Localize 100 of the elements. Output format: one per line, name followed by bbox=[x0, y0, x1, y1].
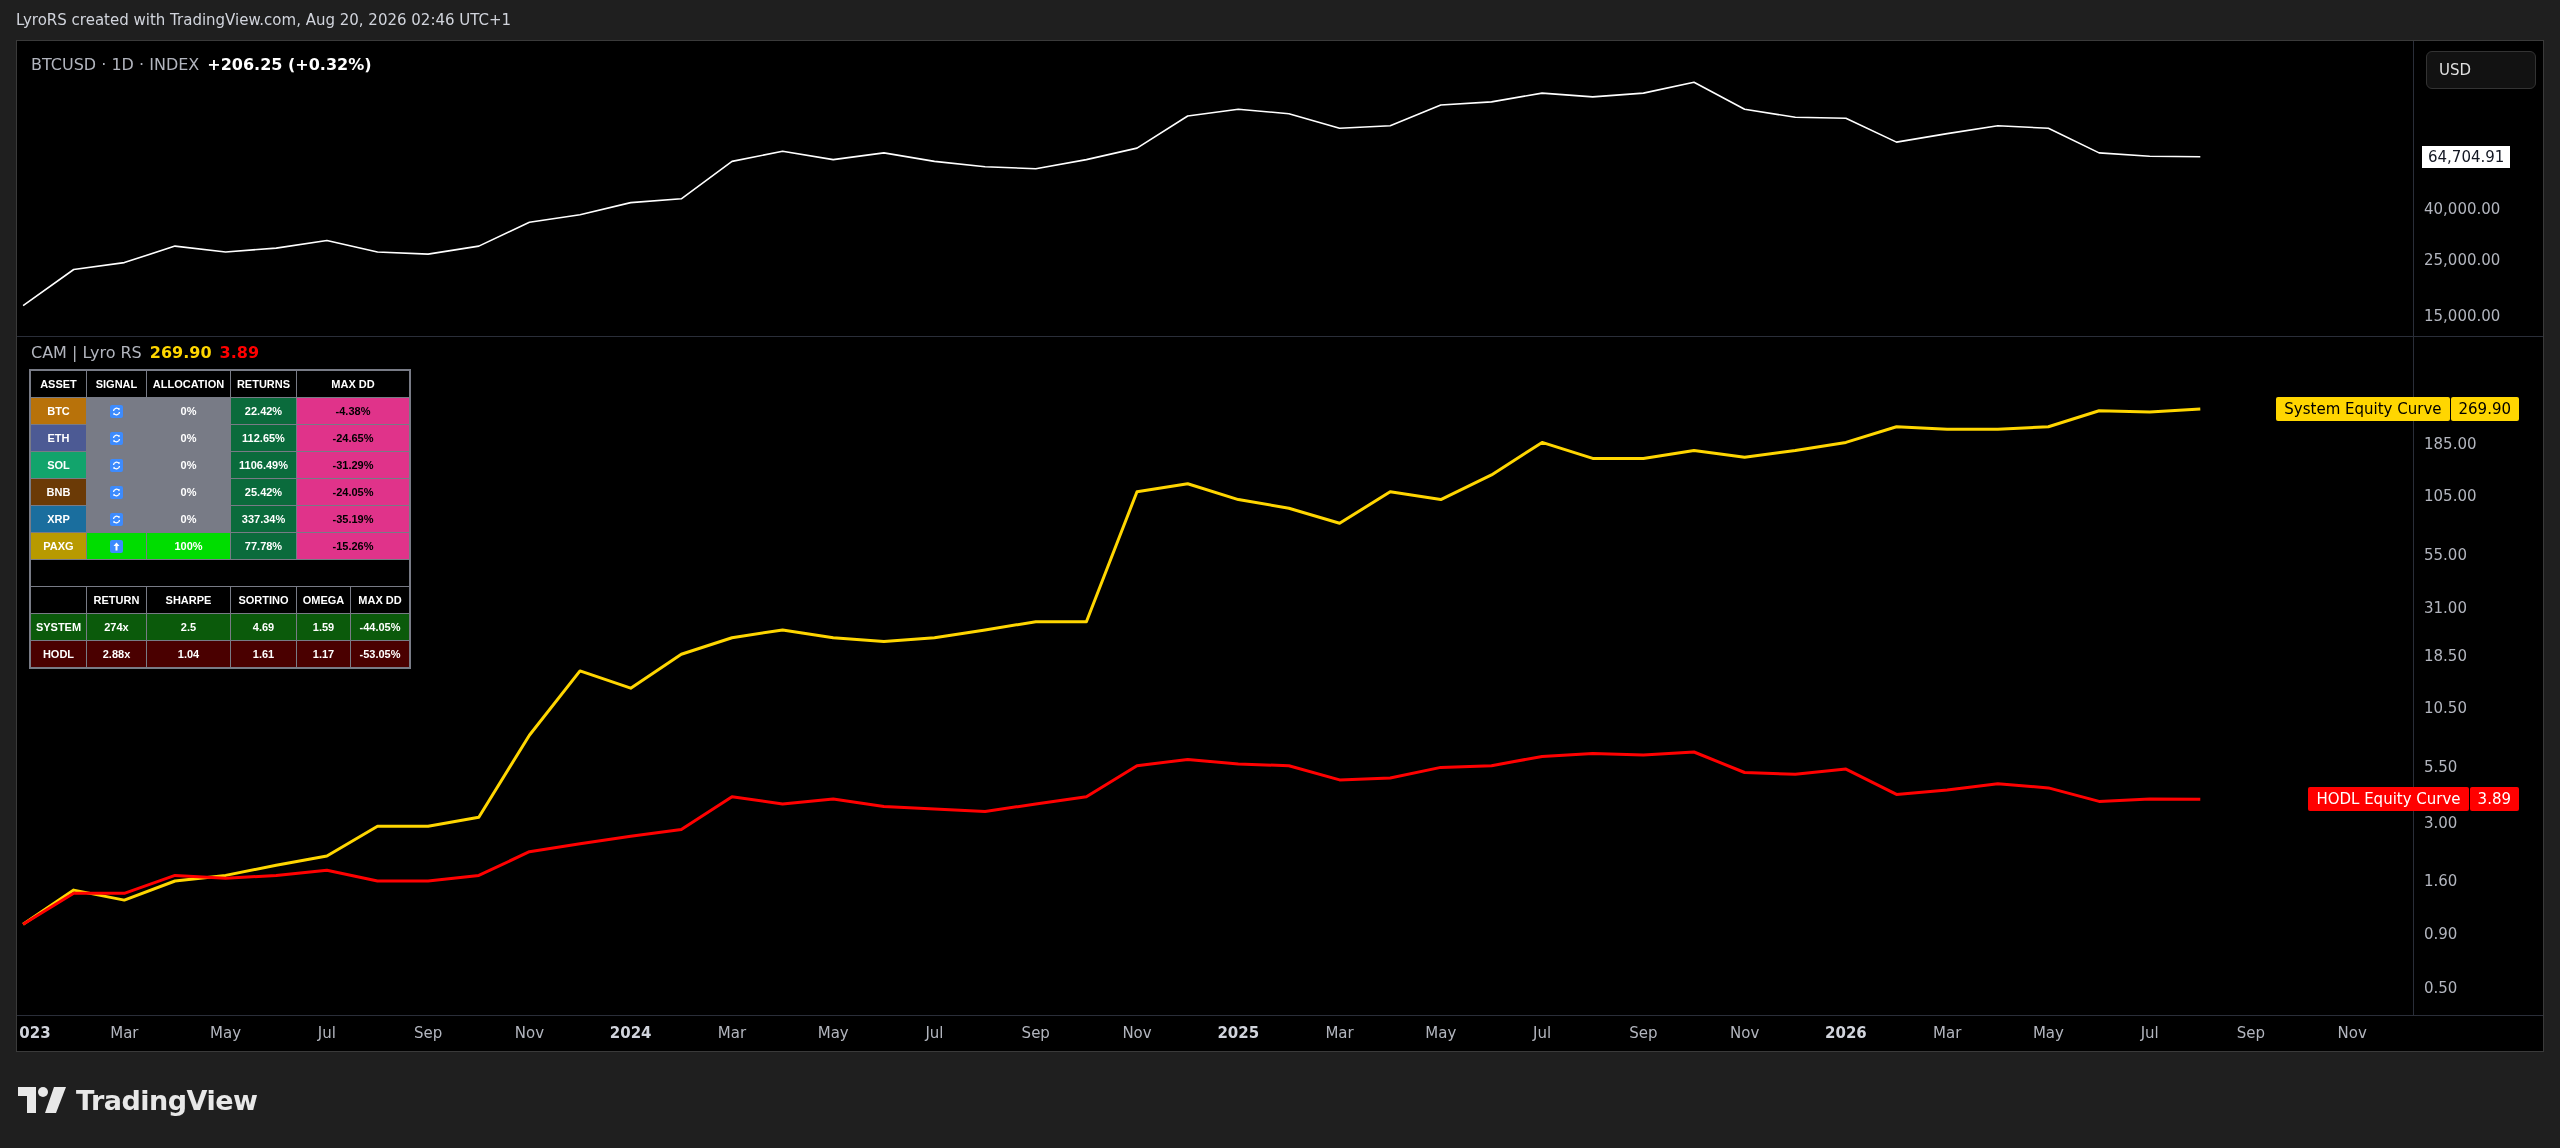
time-tick: Nov bbox=[513, 1024, 546, 1042]
drawdown-cell: -4.38% bbox=[297, 398, 409, 424]
brand-name: TradingView bbox=[76, 1084, 258, 1116]
time-tick: Mar bbox=[716, 1024, 748, 1042]
time-tick: 2026 bbox=[1824, 1024, 1868, 1042]
value-tick: 10.50 bbox=[2424, 698, 2467, 717]
time-tick: Sep bbox=[413, 1024, 444, 1042]
time-tick: Nov bbox=[1121, 1024, 1153, 1042]
time-tick: Sep bbox=[1020, 1024, 1051, 1042]
time-tick: Jul bbox=[316, 1024, 337, 1042]
asset-cell: BTC bbox=[31, 398, 86, 424]
time-tick: Nov bbox=[1729, 1024, 1761, 1042]
time-tick: Mar bbox=[1324, 1024, 1355, 1042]
time-tick: 2024 bbox=[608, 1024, 653, 1042]
indicator-legend: CAM | Lyro RS bbox=[31, 343, 142, 362]
metric-cell: -44.05% bbox=[351, 614, 409, 640]
time-tick: Sep bbox=[2235, 1024, 2267, 1042]
row-label: SYSTEM bbox=[31, 614, 86, 640]
legend-value: 3.89 bbox=[219, 343, 259, 362]
metric-cell: -53.05% bbox=[351, 641, 409, 667]
asset-cell: XRP bbox=[31, 506, 86, 532]
asset-cell: ETH bbox=[31, 425, 86, 451]
returns-cell: 112.65% bbox=[231, 425, 296, 451]
series-name-label: System Equity Curve bbox=[2276, 397, 2450, 422]
column-header: ASSET bbox=[31, 371, 86, 397]
value-tick: 0.90 bbox=[2424, 924, 2458, 943]
refresh-icon bbox=[110, 431, 123, 445]
column-header: ALLOCATION bbox=[147, 371, 230, 397]
time-tick: Nov bbox=[2336, 1024, 2368, 1042]
time-tick: Sep bbox=[1628, 1024, 1659, 1042]
drawdown-cell: -24.65% bbox=[297, 425, 409, 451]
time-tick: May bbox=[2031, 1024, 2065, 1042]
metric-cell: 274x bbox=[87, 614, 146, 640]
time-tick: 2025 bbox=[1216, 1024, 1261, 1042]
column-header: SORTINO bbox=[231, 587, 296, 613]
allocation-cell: 100% bbox=[147, 533, 230, 559]
column-header: SHARPE bbox=[147, 587, 230, 613]
time-tick: May bbox=[1424, 1024, 1458, 1042]
refresh-icon bbox=[110, 404, 123, 418]
metric-cell: 1.04 bbox=[147, 641, 230, 667]
time-tick: May bbox=[816, 1024, 850, 1042]
drawdown-cell: -31.29% bbox=[297, 452, 409, 478]
time-tick: 023 bbox=[18, 1024, 52, 1042]
metric-cell: 1.17 bbox=[297, 641, 350, 667]
returns-cell: 77.78% bbox=[231, 533, 296, 559]
row-label: HODL bbox=[31, 641, 86, 667]
asset-cell: PAXG bbox=[31, 533, 86, 559]
column-header: RETURN bbox=[87, 587, 146, 613]
value-tick: 18.50 bbox=[2424, 646, 2467, 665]
refresh-icon bbox=[110, 512, 123, 526]
value-tick: 185.00 bbox=[2424, 434, 2477, 453]
returns-cell: 337.34% bbox=[231, 506, 296, 532]
metric-cell: 1.61 bbox=[231, 641, 296, 667]
asset-cell: SOL bbox=[31, 452, 86, 478]
time-tick: Jul bbox=[1531, 1024, 1553, 1042]
metric-cell: 4.69 bbox=[231, 614, 296, 640]
series-name-label: HODL Equity Curve bbox=[2308, 787, 2469, 812]
price-change: +206.25 (+0.32%) bbox=[207, 55, 372, 74]
legend-value: 269.90 bbox=[149, 343, 212, 362]
logo-icon bbox=[18, 1087, 66, 1113]
series-value-label: 3.89 bbox=[2469, 787, 2519, 812]
returns-cell: 25.42% bbox=[231, 479, 296, 505]
value-tick: 1.60 bbox=[2424, 872, 2458, 890]
up-arrow-icon bbox=[110, 539, 123, 553]
last-price-label: 64,704.91 bbox=[2422, 145, 2511, 168]
value-tick: 0.50 bbox=[2424, 979, 2458, 998]
returns-cell: 1106.49% bbox=[231, 452, 296, 478]
value-tick: 5.50 bbox=[2424, 758, 2458, 777]
time-tick: Mar bbox=[109, 1024, 140, 1042]
column-header: OMEGA bbox=[297, 587, 350, 613]
column-header: MAX DD bbox=[351, 587, 409, 613]
currency-button[interactable]: USD bbox=[2426, 51, 2536, 89]
price-tick: 25,000.00 bbox=[2424, 251, 2501, 270]
price-tick: 15,000.00 bbox=[2424, 307, 2501, 326]
value-tick: 3.00 bbox=[2424, 814, 2458, 833]
series-value-label: 269.90 bbox=[2450, 397, 2519, 422]
symbol-legend: BTCUSD · 1D · INDEX bbox=[31, 55, 200, 74]
refresh-icon bbox=[110, 485, 123, 499]
time-tick: Jul bbox=[923, 1024, 945, 1042]
drawdown-cell: -35.19% bbox=[297, 506, 409, 532]
metric-cell: 2.88x bbox=[87, 641, 146, 667]
chart-attribution: LyroRS created with TradingView.com, Aug 20, 2026 02:46 UTC+1 bbox=[16, 11, 512, 29]
column-header: MAX DD bbox=[297, 371, 409, 397]
value-tick: 105.00 bbox=[2424, 487, 2477, 505]
time-tick: Mar bbox=[1932, 1024, 1963, 1042]
price-tick: 40,000.00 bbox=[2424, 200, 2501, 219]
metric-cell: 1.59 bbox=[297, 614, 350, 640]
time-tick: May bbox=[209, 1024, 243, 1042]
time-tick: Jul bbox=[2139, 1024, 2160, 1042]
value-tick: 31.00 bbox=[2424, 599, 2467, 618]
column-header: RETURNS bbox=[231, 371, 296, 397]
drawdown-cell: -15.26% bbox=[297, 533, 409, 559]
returns-cell: 22.42% bbox=[231, 398, 296, 424]
value-tick: 55.00 bbox=[2424, 546, 2467, 565]
drawdown-cell: -24.05% bbox=[297, 479, 409, 505]
refresh-icon bbox=[110, 458, 123, 472]
metric-cell: 2.5 bbox=[147, 614, 230, 640]
blank-header-cell bbox=[31, 587, 86, 613]
column-header: SIGNAL bbox=[87, 371, 146, 397]
asset-cell: BNB bbox=[31, 479, 86, 505]
